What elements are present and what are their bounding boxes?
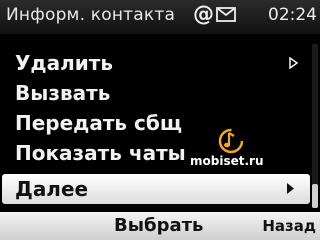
triangle-right-outline-icon [289, 57, 298, 69]
menu-item-label: Показать чаты [15, 141, 186, 165]
triangle-right-filled-icon [287, 183, 294, 194]
menu-item-label: Удалить [15, 51, 113, 75]
scrollbar-thumb[interactable] [312, 184, 318, 208]
phone-screen: Информ. контакта @ 02:24 Удалить Вызвать… [0, 0, 320, 240]
at-indicator: @ [193, 2, 214, 26]
menu-item-label: Вызвать [15, 81, 111, 105]
softkey-bar: Выбрать Назад [0, 212, 320, 240]
status-bar: Информ. контакта @ 02:24 [0, 0, 320, 34]
music-note-logo-icon [218, 128, 244, 154]
envelope-icon [216, 7, 236, 22]
menu-item-more[interactable]: Далее [2, 174, 310, 204]
status-time: 02:24 [268, 5, 317, 25]
menu-item-call[interactable]: Вызвать [0, 78, 320, 108]
select-softkey[interactable]: Выбрать [114, 215, 203, 236]
status-title: Информ. контакта [6, 5, 176, 25]
back-softkey[interactable]: Назад [262, 217, 316, 235]
scrollbar[interactable] [312, 44, 318, 208]
menu-item-label: Далее [15, 177, 89, 201]
menu-item-label: Передать сбщ [15, 111, 182, 135]
watermark-text: mobiset.ru [190, 154, 264, 168]
watermark: mobiset.ru [190, 126, 294, 176]
menu-item-delete[interactable]: Удалить [0, 48, 320, 78]
